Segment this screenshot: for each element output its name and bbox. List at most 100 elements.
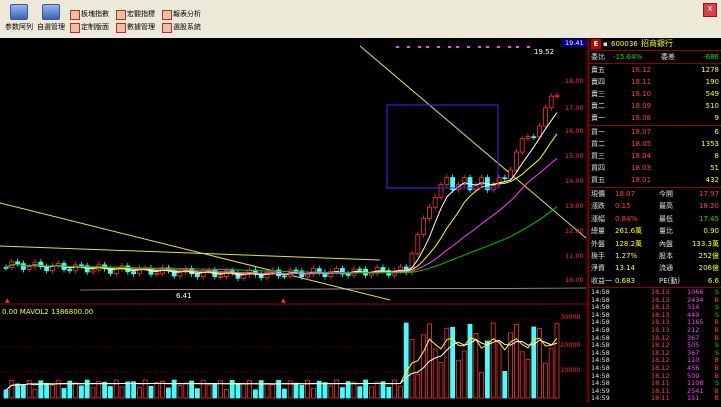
sell-level-label: 賣四 (591, 78, 605, 86)
stat-value: 18.07 (615, 190, 636, 198)
buy-level-label: 買二 (591, 140, 605, 148)
candle-body (305, 273, 311, 278)
sector-index-button[interactable]: 板塊指數 (70, 8, 109, 21)
buy-level-volume: 432 (705, 176, 719, 184)
candle-body (432, 196, 438, 208)
sell-level-row[interactable]: 賣四 18.11 190 (589, 76, 721, 88)
buy-level-row[interactable]: 買二 18.05 1353 (589, 138, 721, 150)
buy-level-label: 買五 (591, 176, 605, 184)
volume-bar (484, 340, 490, 399)
stat-row[interactable]: 收益一 0.683 PE(動) 6.6 (589, 275, 721, 287)
buy-level-volume: 51 (710, 164, 719, 172)
candle-body (218, 276, 224, 278)
sell-level-volume: 1278 (701, 66, 719, 74)
stat-row[interactable]: 漲幅 0.84% 最低 17.45 (589, 213, 721, 225)
data-manage-button[interactable]: 數據管理 (116, 21, 155, 34)
volume-bar (328, 385, 334, 399)
stat-row[interactable]: 外盤 128.2萬 內盤 133.3萬 (589, 238, 721, 250)
candle-body (26, 266, 32, 270)
candle-body (20, 263, 26, 270)
sell-level-volume: 9 (714, 114, 719, 122)
custom-layout-button[interactable]: 定制版面 (70, 21, 109, 34)
buy-level-row[interactable]: 買一 18.07 6 (589, 126, 721, 138)
volume-bar (368, 386, 374, 399)
volume-bar (409, 338, 415, 399)
volume-bar (363, 379, 369, 399)
watchlist-button[interactable]: 自選管理 (34, 2, 68, 36)
buy-level-row[interactable]: 買三 18.04 8 (589, 150, 721, 162)
stat-row[interactable]: 換手 1.27% 股本 252億 (589, 250, 721, 262)
volume-bar (119, 386, 125, 399)
price-axis-label: 10.00 (565, 276, 584, 284)
volume-bar (183, 382, 189, 399)
volume-bar (108, 386, 113, 399)
tick-side: B (714, 394, 719, 403)
stat-label: 現價 (591, 190, 605, 198)
stat-label: 淨資 (591, 264, 605, 273)
candle-body (514, 151, 519, 171)
stock-picker-button[interactable]: 選股系統 (162, 21, 201, 34)
stat-label: 股本 (659, 252, 673, 260)
sell-level-row[interactable]: 賣一 18.08 9 (589, 112, 721, 124)
volume-bar (142, 379, 148, 399)
volume-bar (374, 381, 380, 399)
candle-body (531, 136, 537, 139)
tick-row[interactable]: 14:59 18.11 151 B (589, 394, 721, 402)
buy-level-volume: 6 (714, 128, 719, 136)
candle-body (194, 273, 200, 278)
sell-level-row[interactable]: 賣五 18.12 1278 (589, 64, 721, 76)
weibi-value: -15.64% (613, 53, 643, 61)
volume-bar (397, 385, 403, 399)
sell-level-row[interactable]: 賣三 18.10 549 (589, 88, 721, 100)
stat-value: 13.14 (615, 264, 636, 273)
report-analysis-button[interactable]: 報表分析 (162, 8, 201, 21)
signal-dot (527, 46, 530, 48)
buy-level-row[interactable]: 買五 18.01 432 (589, 174, 721, 186)
price-axis-label: 12.00 (565, 227, 584, 235)
volume-bar (148, 385, 154, 399)
volume-bar (223, 389, 229, 399)
volume-bar (357, 386, 363, 399)
signal-dot (478, 46, 481, 48)
volume-bar (444, 327, 450, 399)
stat-row[interactable]: 漲跌 0.15 最高 18.20 (589, 200, 721, 212)
stat-label: 內盤 (659, 239, 673, 248)
volume-bar (241, 383, 247, 399)
stat-row[interactable]: 淨資 13.14 流通 206億 (589, 262, 721, 274)
toolbar: 参数阿列 自選管理 板塊指數 定制版面 宏觀指標 數據管理 報表分析 選股系統 … (0, 0, 721, 39)
volume-bar (20, 384, 26, 399)
volume-bar (299, 384, 305, 399)
kline-chart[interactable]: 19.52 6.41 0.00 MAVOL2 1386800.00 19.41 1… (0, 38, 588, 403)
candle-body (543, 107, 548, 127)
volume-bar (44, 382, 49, 399)
watchlist-icon (42, 4, 60, 20)
buy-level-row[interactable]: 買四 18.03 51 (589, 162, 721, 174)
volume-bar (194, 388, 200, 399)
volume-bar (543, 362, 548, 399)
buy-level-label: 買一 (591, 128, 605, 136)
volume-axis-label: 20000 (560, 341, 581, 349)
params-button[interactable]: 参数阿列 (2, 2, 36, 36)
price-axis-label: 11.00 (565, 252, 584, 260)
stat-row[interactable]: 總量 261.6萬 量比 0.90 (589, 225, 721, 237)
macro-indicator-button[interactable]: 宏觀指標 (116, 8, 155, 21)
stat-value: 252億 (698, 252, 719, 260)
stat-value: 1.27% (615, 252, 638, 260)
chart-area[interactable]: 19.52 6.41 0.00 MAVOL2 1386800.00 19.41 1… (0, 38, 588, 403)
volume-bar (73, 382, 78, 399)
volume-bar (334, 379, 340, 399)
stat-value: 18.20 (698, 202, 719, 211)
volume-bar (9, 380, 15, 399)
stat-row[interactable]: 現價 18.07 今開 17.97 (589, 188, 721, 200)
candle-body (426, 206, 432, 219)
stat-value: 0.84% (615, 214, 638, 223)
volume-bar (235, 383, 241, 399)
stat-label: 今開 (659, 190, 673, 198)
close-button[interactable]: x (703, 3, 717, 17)
sell-level-price: 18.09 (631, 102, 652, 110)
volume-bar (165, 387, 171, 399)
buy-level-price: 18.01 (631, 176, 652, 184)
candle-body (67, 269, 73, 272)
sell-level-row[interactable]: 賣二 18.09 510 (589, 100, 721, 112)
volume-bar (473, 332, 479, 399)
